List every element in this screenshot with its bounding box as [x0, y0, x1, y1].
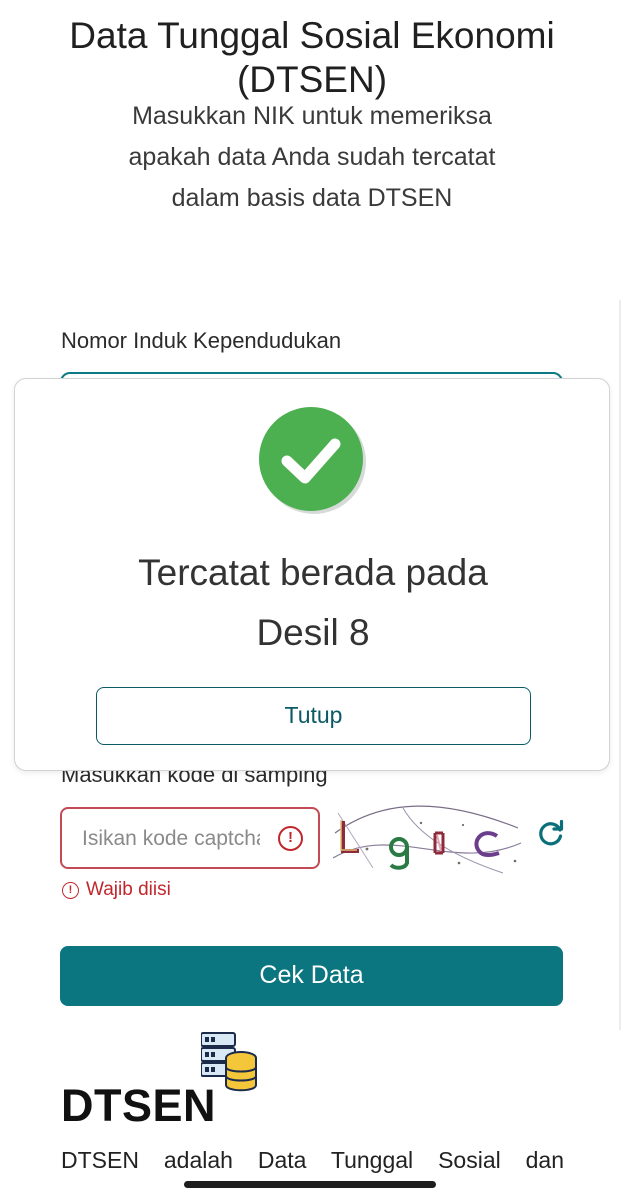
- refresh-icon[interactable]: [536, 818, 566, 848]
- captcha-error-text: Wajib diisi: [86, 879, 171, 900]
- captcha-error-message: ! Wajib diisi: [62, 878, 171, 902]
- result-line-decile: Desil 8: [256, 612, 370, 653]
- nik-label: Nomor Induk Kependudukan: [61, 328, 342, 353]
- page-title: Data Tunggal Sosial Ekonomi (DTSEN): [0, 14, 624, 102]
- dtsen-logo: DTSEN: [60, 1030, 280, 1131]
- result-message: Tercatat berada pada Desil 8: [15, 543, 611, 663]
- captcha-input[interactable]: Isikan kode captcha !: [60, 807, 320, 869]
- about-text: DTSEN adalah Data Tunggal Sosial dan: [61, 1147, 564, 1173]
- page-subtitle: Masukkan NIK untuk memeriksa apakah data…: [128, 102, 496, 212]
- check-data-button[interactable]: Cek Data: [60, 946, 563, 1006]
- page-title-text: Data Tunggal Sosial Ekonomi (DTSEN): [69, 15, 555, 100]
- captcha-placeholder: Isikan kode captcha: [82, 827, 260, 850]
- close-button[interactable]: Tutup: [96, 687, 531, 745]
- captcha-image: [333, 805, 522, 874]
- navigation-handle[interactable]: [184, 1181, 436, 1188]
- result-line-status: Tercatat berada pada: [138, 552, 488, 593]
- check-circle-icon: [259, 407, 366, 514]
- exclamation-circle-icon: !: [278, 826, 303, 851]
- logo-text: DTSEN: [61, 1080, 217, 1131]
- result-modal: Tercatat berada pada Desil 8 Tutup: [14, 378, 610, 771]
- scrollbar[interactable]: [619, 300, 621, 1030]
- exclamation-circle-icon: !: [62, 881, 79, 899]
